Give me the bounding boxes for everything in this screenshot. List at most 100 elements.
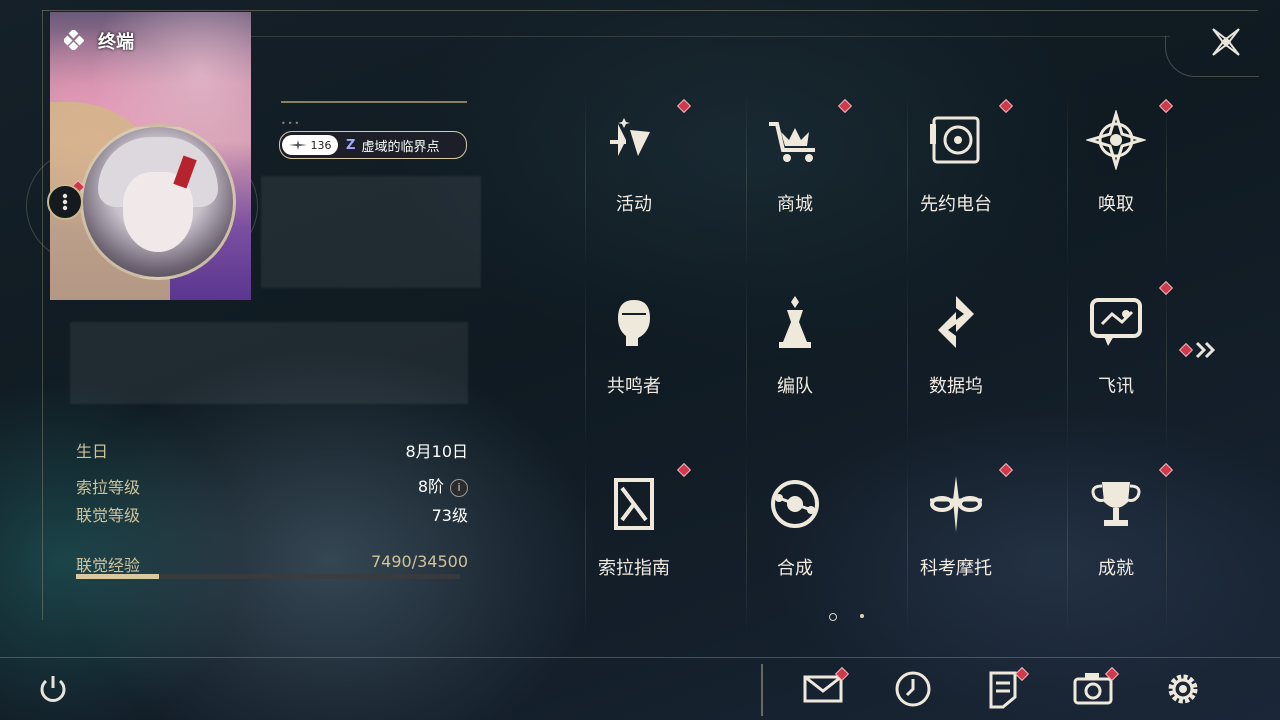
title-pill[interactable]: 136 Z 虚域的临界点: [279, 131, 467, 159]
menu-item-guide-book[interactable]: 索拉指南: [554, 454, 714, 636]
menu-item-data-bank[interactable]: 数据坞: [876, 272, 1036, 454]
menu-item-label: 飞讯: [1098, 376, 1134, 397]
stat-value-union-level: 73级: [431, 506, 468, 525]
stat-label-sol-rank: 索拉等级: [76, 478, 141, 497]
menu-item-motorcycle[interactable]: 科考摩托: [876, 454, 1036, 636]
resonator-head-icon: [604, 292, 664, 352]
settings-button[interactable]: [1160, 666, 1206, 712]
grid-divider: [1166, 90, 1167, 272]
menu-item-shop-cart[interactable]: 商城: [715, 90, 875, 272]
notification-badge: [678, 100, 690, 112]
bottom-separator: [761, 664, 763, 716]
stat-label-union-level: 联觉等级: [76, 506, 141, 525]
level-badge: 136: [282, 135, 338, 155]
menu-item-label: 编队: [777, 376, 813, 397]
menu-item-convene-compass[interactable]: 唤取: [1036, 90, 1196, 272]
avatar[interactable]: [80, 124, 236, 280]
title-glyph: Z: [346, 137, 356, 153]
clock-button[interactable]: [890, 666, 936, 712]
menu-item-resonator-head[interactable]: 共鸣者: [554, 272, 714, 454]
event-icon: [604, 110, 664, 170]
more-vertical-icon: [62, 193, 68, 211]
stat-label-birthday: 生日: [76, 442, 109, 461]
stat-value-sol-rank-row: 8阶 i: [318, 473, 468, 497]
pager-dot[interactable]: [860, 614, 864, 618]
grid-divider: [585, 90, 586, 272]
menu-item-label: 数据坞: [929, 376, 983, 397]
menu-item-label: 科考摩托: [920, 558, 992, 579]
motorcycle-icon: [926, 474, 986, 534]
name-underline: [281, 101, 467, 103]
menu-item-trophy[interactable]: 成就: [1036, 454, 1196, 636]
frame-inner-line: [250, 36, 1170, 37]
menu-item-label: 成就: [1098, 558, 1134, 579]
exp-progress-fill: [76, 574, 160, 579]
trophy-icon: [1086, 474, 1146, 534]
notification-badge: [839, 100, 851, 112]
convene-compass-icon: [1084, 108, 1148, 172]
grid-divider: [746, 454, 747, 636]
message-bubble-icon: [1086, 292, 1146, 352]
notification-badge: [678, 464, 690, 476]
frame-top-line: [42, 10, 1258, 11]
camera-button[interactable]: [1070, 666, 1118, 712]
info-icon[interactable]: i: [450, 478, 468, 497]
grid-divider: [907, 90, 908, 272]
grid-divider: [907, 454, 908, 636]
grid-divider: [585, 454, 586, 636]
sparkle-icon: [288, 140, 307, 150]
menu-item-radio[interactable]: 先约电台: [876, 90, 1036, 272]
next-page-badge: [1180, 344, 1192, 356]
exp-progress-bar: [76, 574, 460, 579]
gear-icon: [1168, 674, 1198, 704]
blurred-signature-region: [70, 322, 468, 404]
close-icon: [1212, 28, 1240, 56]
decorative-dots: •••: [281, 119, 302, 128]
menu-item-event[interactable]: 活动: [554, 90, 714, 272]
menu-item-label: 活动: [616, 194, 652, 215]
grid-divider: [746, 272, 747, 454]
stat-value-union-exp: 7490/34500: [370, 552, 468, 571]
menu-item-label: 先约电台: [920, 194, 992, 215]
grid-divider: [746, 90, 747, 272]
menu-item-label: 唤取: [1098, 194, 1134, 215]
grid-divider: [907, 272, 908, 454]
frame-left-line: [42, 10, 43, 620]
grid-divider: [1067, 272, 1068, 454]
grid-divider: [1166, 272, 1167, 454]
radio-icon: [926, 110, 986, 170]
title-text: 虚域的临界点: [361, 139, 440, 155]
menu-item-label: 商城: [777, 194, 813, 215]
menu-item-team-chess[interactable]: 编队: [715, 272, 875, 454]
banner-title: 终端: [98, 32, 134, 53]
notification-badge: [1000, 100, 1012, 112]
grid-divider: [1067, 90, 1068, 272]
stat-value-birthday: 8月10日: [405, 442, 468, 461]
stat-value-sol-rank: 8阶: [417, 477, 444, 496]
terminal-diamond-icon: [64, 30, 84, 50]
stat-label-union-exp: 联觉经验: [76, 556, 141, 575]
menu-item-label: 合成: [777, 558, 813, 579]
data-bank-icon: [926, 292, 986, 352]
team-chess-icon: [765, 292, 825, 352]
bottom-divider: [0, 657, 1280, 658]
pager-dot-current[interactable]: [829, 613, 837, 621]
notice-button[interactable]: [980, 666, 1028, 712]
guide-book-icon: [604, 474, 664, 534]
grid-divider: [1166, 454, 1167, 636]
profile-menu-button[interactable]: [47, 184, 83, 220]
mail-button[interactable]: [800, 666, 848, 712]
power-button[interactable]: [30, 666, 76, 712]
notification-badge: [1000, 464, 1012, 476]
menu-item-synthesis[interactable]: 合成: [715, 454, 875, 636]
level-badge-value: 136: [310, 138, 332, 152]
next-page-button[interactable]: [1180, 338, 1222, 362]
synthesis-icon: [765, 474, 825, 534]
menu-item-message-bubble[interactable]: 飞讯: [1036, 272, 1196, 454]
menu-item-label: 索拉指南: [598, 558, 670, 579]
power-icon: [40, 676, 66, 702]
close-button[interactable]: [1206, 22, 1246, 62]
double-chevron-right-icon: [1195, 341, 1216, 359]
grid-divider: [585, 272, 586, 454]
clock-icon: [895, 671, 931, 707]
